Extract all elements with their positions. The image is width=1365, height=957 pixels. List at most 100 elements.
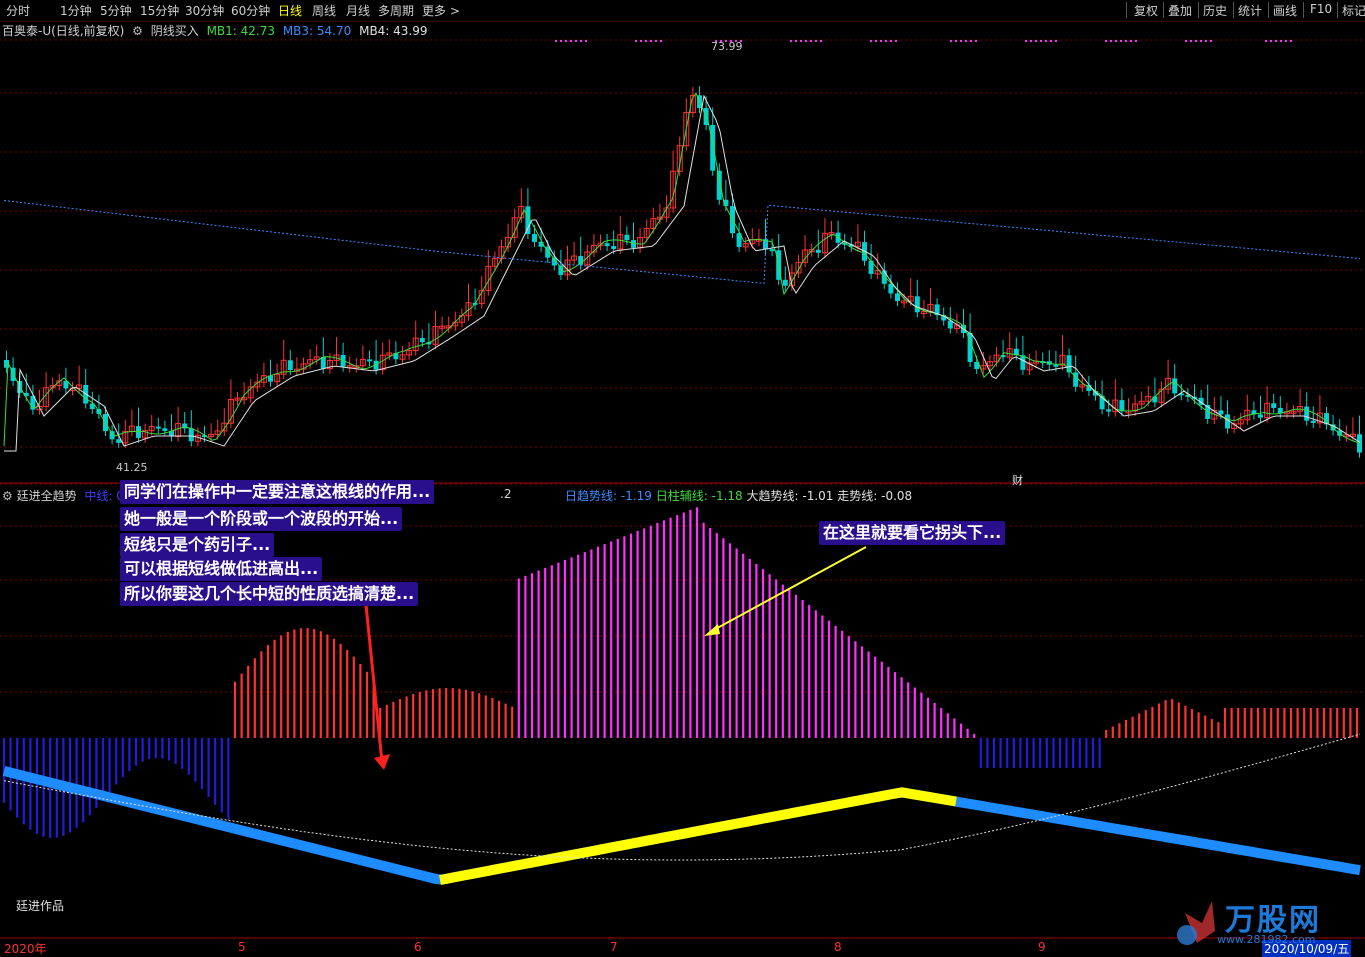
timeframe-more[interactable]: 更多 > — [422, 2, 460, 19]
candle-body — [656, 216, 663, 220]
draw-line-button[interactable]: 画线 — [1273, 2, 1297, 19]
indicator-name[interactable]: 阴线买入 — [151, 24, 199, 38]
signal-dot — [820, 40, 822, 42]
signal-dot — [1290, 40, 1292, 42]
timeframe-1min-chart[interactable]: 分时 — [6, 2, 30, 19]
candle-body — [1152, 396, 1158, 403]
candle-body — [1244, 409, 1251, 421]
day-trend-value: 日趋势线: -1.19 — [565, 489, 652, 503]
signal-dot — [960, 40, 962, 42]
indicator-values: 日趋势线: -1.19 日柱辅线: -1.18 大趋势线: -1.01 走势线:… — [565, 487, 912, 504]
candle-body — [584, 251, 591, 266]
timeframe-daily[interactable]: 日线 — [278, 2, 302, 19]
timeframe-weekly[interactable]: 周线 — [312, 2, 336, 19]
signal-dot — [1280, 40, 1282, 42]
mid-line-value: 中线: 0 — [84, 489, 124, 503]
candle-body — [36, 405, 43, 411]
candle-body — [1178, 393, 1184, 396]
timeframe-1min[interactable]: 1分钟 — [60, 2, 92, 19]
timeframe-5min[interactable]: 5分钟 — [100, 2, 132, 19]
candle-body — [268, 375, 273, 382]
candle-body — [116, 439, 122, 443]
candle-body — [795, 261, 802, 274]
candle-body — [491, 258, 498, 267]
signal-dot — [570, 40, 572, 42]
signal-dot — [640, 40, 642, 42]
candle-body — [716, 170, 722, 200]
indicator-panel-name[interactable]: 廷进全趋势 — [17, 489, 77, 503]
candle-body — [1264, 402, 1271, 419]
candle-body — [346, 365, 353, 369]
candle-body — [1086, 384, 1092, 392]
candle-body — [1158, 388, 1165, 403]
candle-body — [1125, 410, 1132, 414]
candle-body — [947, 320, 953, 329]
signal-dot — [1185, 40, 1187, 42]
candle-body — [202, 435, 207, 438]
signal-dot — [560, 40, 562, 42]
candle-body — [1013, 348, 1019, 356]
signal-dot — [815, 40, 817, 42]
trend-ribbon-rising — [439, 787, 957, 885]
candle-body — [17, 381, 23, 393]
candle-body — [670, 170, 677, 209]
candle-body — [169, 431, 174, 437]
callout-right: 在这里就要看它拐头下... — [819, 521, 1006, 545]
candle-body — [485, 265, 492, 292]
candle-body — [1304, 406, 1310, 421]
toolbar-divider — [1163, 2, 1164, 18]
candle-body — [1099, 395, 1105, 410]
signal-dot — [1135, 40, 1137, 42]
mark-button[interactable]: 标记 — [1342, 2, 1365, 19]
candle-body — [848, 244, 854, 247]
signal-dot — [655, 40, 657, 42]
candle-body — [313, 356, 320, 361]
indicator-toggle-icon[interactable]: ⚙ — [132, 24, 143, 38]
candle-body — [89, 403, 95, 410]
signal-dot — [1105, 40, 1107, 42]
timeframe-monthly[interactable]: 月线 — [346, 2, 370, 19]
toolbar-divider — [1233, 2, 1234, 18]
signal-dot — [1025, 40, 1027, 42]
signal-dot — [565, 40, 567, 42]
candle-body — [241, 397, 248, 401]
candle-body — [1172, 378, 1178, 394]
candle-body — [590, 244, 597, 253]
candle-body — [254, 381, 261, 388]
candle-body — [300, 363, 307, 370]
history-button[interactable]: 历史 — [1203, 2, 1227, 19]
callout-left-5: 所以你要这几个长中短的性质选搞清楚... — [120, 582, 419, 606]
timeframe-30min[interactable]: 30分钟 — [185, 2, 224, 19]
ma-short-line — [3, 92, 1361, 447]
timeframe-15min[interactable]: 15分钟 — [140, 2, 179, 19]
candle-body — [386, 352, 393, 356]
mid-line-tail: .2 — [500, 487, 512, 501]
candle-body — [689, 94, 696, 114]
mb3-value: MB3: 54.70 — [282, 24, 352, 38]
candle-body — [821, 232, 828, 254]
candle-body — [498, 246, 505, 260]
indicator-toggle-icon[interactable]: ⚙ — [2, 489, 13, 503]
signal-dot — [1195, 40, 1197, 42]
candle-body — [980, 365, 987, 370]
statistics-button[interactable]: 统计 — [1238, 2, 1262, 19]
candle-body — [545, 246, 551, 258]
restore-rights-button[interactable]: 复权 — [1134, 2, 1158, 19]
candle-body — [221, 422, 228, 432]
signal-dot — [870, 40, 872, 42]
f10-button[interactable]: F10 — [1310, 2, 1332, 16]
candle-body — [1046, 361, 1052, 365]
candle-body — [1066, 355, 1072, 373]
signal-dot — [800, 40, 802, 42]
candle-body — [742, 243, 749, 248]
overlay-button[interactable]: 叠加 — [1168, 2, 1192, 19]
candle-body — [1349, 433, 1356, 437]
financial-report-marker[interactable]: 财 — [1012, 472, 1023, 488]
candle-body — [1277, 407, 1283, 414]
candle-body — [83, 384, 89, 404]
candle-body — [1218, 410, 1224, 415]
timeframe-60min[interactable]: 60分钟 — [231, 2, 270, 19]
candle-body — [63, 380, 69, 389]
timeframe-multi[interactable]: 多周期 — [378, 2, 414, 19]
candle-body — [511, 217, 518, 238]
